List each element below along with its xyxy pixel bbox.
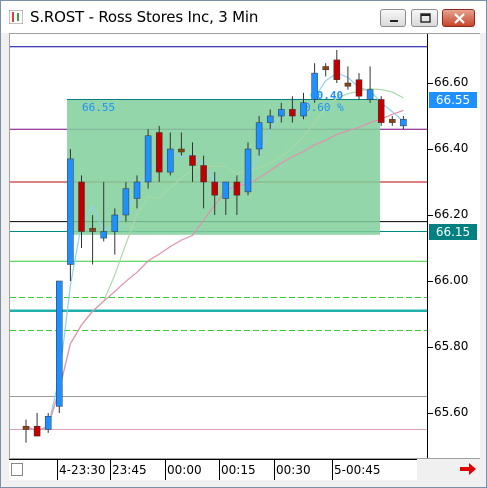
candle-body	[233, 181, 241, 196]
scroll-right-arrow-icon[interactable]	[459, 461, 477, 477]
candle-body	[144, 135, 152, 183]
minimize-button[interactable]	[380, 9, 406, 27]
price-tick-label: 66.40	[434, 141, 469, 155]
time-tick	[165, 460, 166, 480]
candle-body	[355, 79, 363, 97]
candle-body	[278, 109, 285, 117]
time-tick-label: 5-00:45	[334, 463, 381, 477]
candle-body	[344, 82, 352, 87]
candle-body	[322, 66, 329, 71]
candle-body	[400, 119, 407, 127]
scroll-toggle-box[interactable]	[11, 463, 23, 476]
candle-body	[56, 280, 63, 407]
candle-body	[244, 148, 252, 193]
chart-app-icon	[9, 10, 23, 24]
time-tick-label: 00:30	[276, 463, 311, 477]
window-title: S.ROST - Ross Stores Inc, 3 Min	[30, 8, 259, 26]
price-tick	[428, 215, 433, 216]
price-tick-label: 65.60	[434, 405, 469, 419]
measure-box	[67, 99, 380, 235]
chart-area[interactable]: 66.60 66.40 66.20 66.00 65.80 65.60 66.55 66.…	[9, 33, 480, 459]
restore-icon	[420, 13, 431, 23]
box-percent-label: 0.60 %	[304, 100, 344, 114]
time-axis[interactable]: 4-23:30 23:45 00:00 00:15 00:30 5-00:45	[9, 459, 417, 480]
candle-body	[167, 148, 174, 173]
time-tick	[57, 460, 58, 480]
box-left-label: 66.55	[82, 100, 116, 114]
time-tick	[219, 460, 220, 480]
time-tick	[332, 460, 333, 480]
candle-body	[366, 89, 374, 100]
time-tick	[110, 460, 111, 480]
candle-body	[122, 188, 130, 216]
price-tick	[428, 149, 433, 150]
candle-body	[333, 59, 341, 80]
price-tick	[428, 413, 433, 414]
candle-body	[211, 181, 218, 196]
time-tick-label: 00:15	[221, 463, 256, 477]
candle-body	[178, 148, 185, 153]
price-tick-label: 65.80	[434, 339, 469, 353]
candle-body	[89, 227, 96, 232]
time-tick-label: 00:00	[167, 463, 202, 477]
candle-body	[111, 214, 119, 232]
title-bar[interactable]: S.ROST - Ross Stores Inc, 3 Min	[1, 1, 486, 33]
price-tick	[428, 83, 433, 84]
candle-body	[255, 122, 263, 150]
candle-body	[377, 99, 385, 123]
price-tick	[428, 347, 433, 348]
price-tick-label: 66.20	[434, 207, 469, 221]
minimize-icon	[390, 20, 398, 22]
price-tick	[428, 281, 433, 282]
candle-body	[33, 425, 41, 437]
maximize-button[interactable]	[411, 9, 438, 27]
candle-body	[389, 119, 396, 123]
candle-body	[222, 181, 230, 199]
price-tick-label: 66.60	[434, 75, 469, 89]
price-tick-label: 66.00	[434, 273, 469, 287]
candle-body	[44, 416, 52, 430]
candle-body	[133, 181, 141, 199]
last-price-tag: 66.55	[429, 91, 477, 108]
candle-body	[200, 165, 207, 183]
candle-body	[78, 181, 85, 232]
candle-body	[67, 158, 74, 265]
price-plot[interactable]	[10, 34, 427, 458]
candle-body	[266, 115, 274, 123]
candle-body	[22, 425, 30, 430]
chart-window: S.ROST - Ross Stores Inc, 3 Min 66.60 66.…	[0, 0, 487, 488]
close-button[interactable]	[442, 9, 475, 27]
candle-body	[189, 155, 196, 166]
line-price-tag: 66.15	[429, 223, 477, 240]
candle-body	[155, 132, 163, 173]
candle-body	[289, 109, 296, 117]
candle-body	[100, 231, 107, 239]
time-tick-label: 23:45	[112, 463, 147, 477]
close-icon	[454, 13, 465, 24]
time-tick	[274, 460, 275, 480]
time-tick-label: 4-23:30	[59, 463, 106, 477]
